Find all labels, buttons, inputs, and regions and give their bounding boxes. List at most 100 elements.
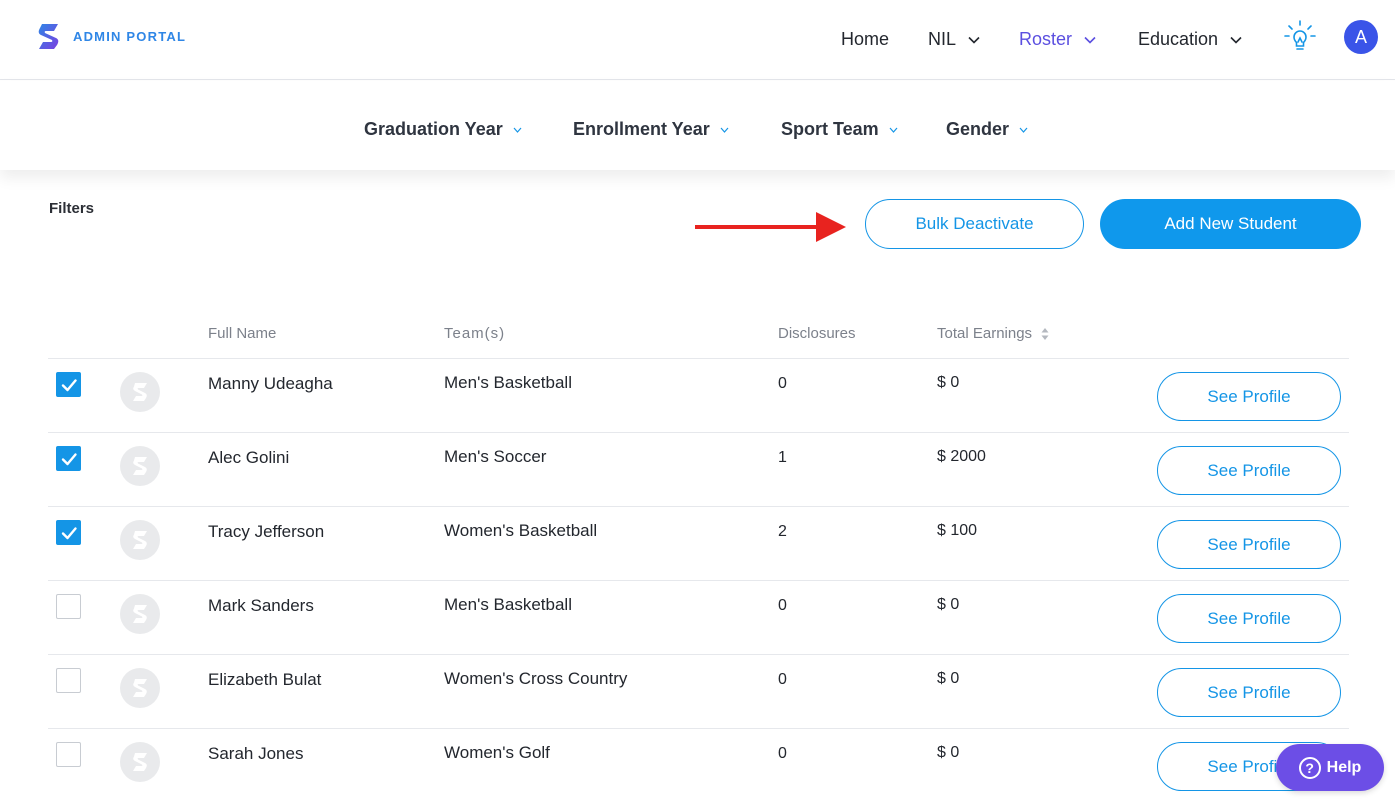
- column-header-teams: Team(s): [444, 325, 505, 342]
- table-row: Tracy Jefferson Women's Basketball 2 $ 100 S…: [48, 507, 1349, 581]
- student-disclosures: 0: [778, 671, 787, 688]
- student-name: Mark Sanders: [208, 596, 314, 615]
- column-header-teams-label: Team(s): [444, 325, 506, 342]
- checkmark-icon: [61, 527, 77, 540]
- nav-education[interactable]: Education: [1138, 29, 1242, 50]
- nav-roster-label: Roster: [1019, 29, 1073, 49]
- filter-enrollment-year-label: Enrollment Year: [573, 119, 710, 139]
- column-header-disclosures-label: Disclosures: [778, 325, 856, 342]
- student-total-earnings: $ 0: [937, 670, 960, 687]
- table-row: Sarah Jones Women's Golf 0 $ 0 See Profile: [48, 729, 1349, 799]
- student-team: Men's Soccer: [444, 447, 547, 466]
- student-total-earnings: $ 0: [937, 374, 960, 391]
- see-profile-button[interactable]: See Profile: [1157, 446, 1341, 495]
- nav-roster[interactable]: Roster: [1019, 29, 1096, 50]
- student-name: Manny Udeagha: [208, 374, 333, 393]
- avatar[interactable]: A: [1344, 20, 1378, 54]
- student-avatar: [120, 372, 160, 412]
- row-checkbox[interactable]: [56, 594, 81, 619]
- student-name: Alec Golini: [208, 448, 290, 467]
- nav-education-label: Education: [1138, 29, 1219, 49]
- filter-bar: Graduation Year Enrollment Year Sport Te…: [0, 81, 1395, 170]
- student-avatar-s-icon: [133, 531, 147, 549]
- column-header-disclosures: Disclosures: [778, 325, 856, 342]
- student-disclosures: 0: [778, 375, 787, 392]
- avatar-initial: A: [1354, 26, 1367, 47]
- row-checkbox[interactable]: [56, 446, 81, 471]
- top-navbar: ADMIN PORTAL Home NIL Roster Education A: [0, 0, 1395, 80]
- row-checkbox[interactable]: [56, 742, 81, 767]
- student-name: Tracy Jefferson: [208, 522, 325, 541]
- chevron-down-icon: [1019, 127, 1028, 133]
- student-total-earnings: $ 2000: [937, 448, 986, 465]
- student-avatar: [120, 742, 160, 782]
- brand-name: ADMIN PORTAL: [73, 28, 187, 44]
- column-header-total-earnings-label: Total Earnings: [937, 325, 1033, 342]
- see-profile-button[interactable]: See Profile: [1157, 520, 1341, 569]
- chevron-down-icon: [968, 36, 980, 44]
- student-avatar: [120, 520, 160, 560]
- student-avatar-s-icon: [133, 679, 147, 697]
- checkmark-icon: [61, 379, 77, 392]
- student-disclosures: 1: [778, 449, 787, 466]
- row-checkbox[interactable]: [56, 372, 81, 397]
- help-label: Help: [1326, 758, 1362, 776]
- filter-graduation-year[interactable]: Graduation Year: [364, 119, 522, 140]
- chevron-down-icon: [1084, 36, 1096, 44]
- student-avatar-s-icon: [133, 383, 147, 401]
- table-row: Alec Golini Men's Soccer 1 $ 2000 See Profil…: [48, 433, 1349, 507]
- student-avatar: [120, 446, 160, 486]
- student-team: Women's Cross Country: [444, 669, 628, 688]
- checkmark-icon: [61, 453, 77, 466]
- student-team: Men's Basketball: [444, 595, 572, 614]
- filter-enrollment-year[interactable]: Enrollment Year: [573, 119, 729, 140]
- student-total-earnings: $ 100: [937, 522, 978, 539]
- student-disclosures: 0: [778, 745, 787, 762]
- student-avatar: [120, 594, 160, 634]
- lightbulb-icon[interactable]: [1284, 20, 1316, 54]
- annotation-arrow-icon: [695, 212, 846, 242]
- brand[interactable]: ADMIN PORTAL: [36, 22, 186, 50]
- student-team: Men's Basketball: [444, 373, 572, 392]
- filter-graduation-year-label: Graduation Year: [364, 119, 503, 139]
- question-circle-icon: ?: [1298, 756, 1321, 779]
- filters-label: Filters: [49, 200, 95, 217]
- student-total-earnings: $ 0: [937, 596, 960, 613]
- filter-gender[interactable]: Gender: [946, 119, 1028, 140]
- see-profile-button[interactable]: See Profile: [1157, 372, 1341, 421]
- student-avatar: [120, 668, 160, 708]
- column-header-total-earnings[interactable]: Total Earnings: [937, 325, 1049, 342]
- brand-s-logo-icon: [38, 24, 59, 49]
- filter-sport-team[interactable]: Sport Team: [781, 119, 898, 140]
- row-checkbox[interactable]: [56, 520, 81, 545]
- nav-nil[interactable]: NIL: [928, 29, 980, 50]
- student-team: Women's Basketball: [444, 521, 598, 540]
- student-disclosures: 2: [778, 523, 787, 540]
- sort-icon[interactable]: [1041, 327, 1049, 341]
- student-total-earnings: $ 0: [937, 744, 960, 761]
- add-new-student-button[interactable]: Add New Student: [1100, 199, 1361, 249]
- bulk-deactivate-button[interactable]: Bulk Deactivate: [865, 199, 1084, 249]
- see-profile-button[interactable]: See Profile: [1157, 668, 1341, 717]
- student-avatar-s-icon: [133, 605, 147, 623]
- chevron-down-icon: [513, 127, 522, 133]
- nav-nil-label: NIL: [928, 29, 957, 49]
- nav-home[interactable]: Home: [841, 29, 889, 50]
- student-avatar-s-icon: [133, 753, 147, 771]
- filter-gender-label: Gender: [946, 119, 1010, 139]
- column-header-full-name-label: Full Name: [208, 325, 277, 342]
- student-disclosures: 0: [778, 597, 787, 614]
- column-header-full-name: Full Name: [208, 325, 276, 342]
- student-name: Sarah Jones: [208, 744, 304, 763]
- help-button[interactable]: ? Help: [1276, 744, 1384, 791]
- row-checkbox[interactable]: [56, 668, 81, 693]
- student-name: Elizabeth Bulat: [208, 670, 322, 689]
- nav-home-label: Home: [841, 29, 890, 49]
- see-profile-button[interactable]: See Profile: [1157, 594, 1341, 643]
- chevron-down-icon: [720, 127, 729, 133]
- student-team: Women's Golf: [444, 743, 550, 762]
- table-row: Mark Sanders Men's Basketball 0 $ 0 See Prof…: [48, 581, 1349, 655]
- table-row: Manny Udeagha Men's Basketball 0 $ 0 See Pro…: [48, 359, 1349, 433]
- student-avatar-s-icon: [133, 457, 147, 475]
- chevron-down-icon: [1230, 36, 1242, 44]
